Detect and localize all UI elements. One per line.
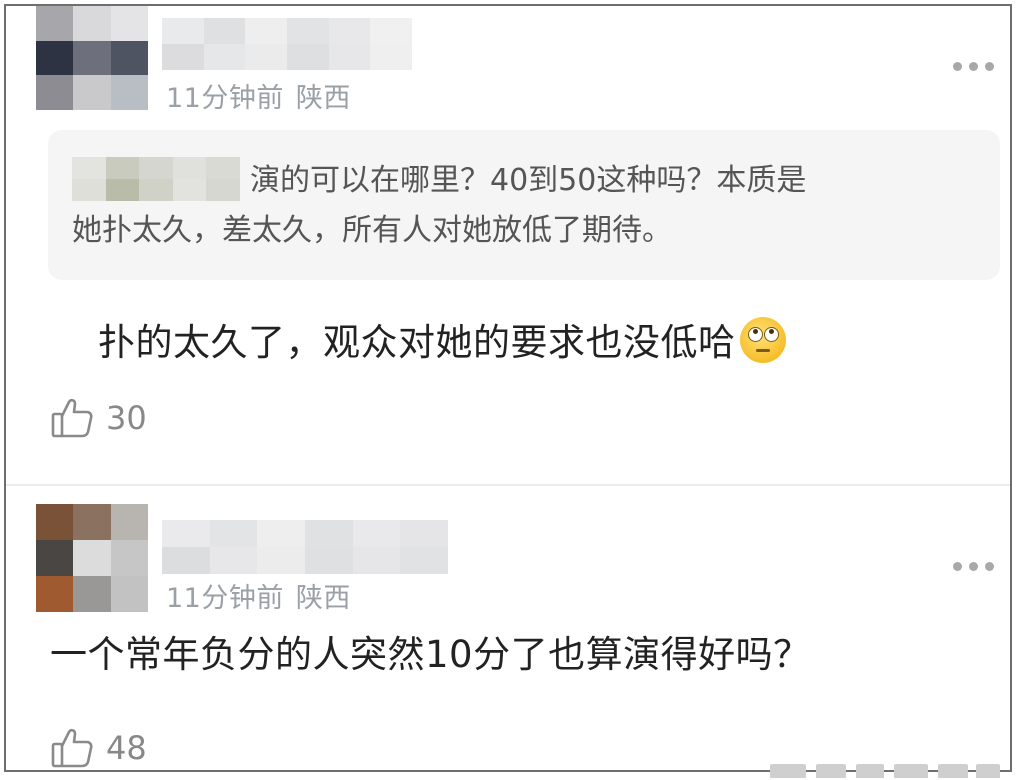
comment-time: 11分钟前 xyxy=(166,83,284,114)
more-horizontal-icon[interactable] xyxy=(953,562,994,571)
comment-item: 11分钟前 陕西 一个常年负分的人突然10分了也算演得好吗？ 48 xyxy=(6,486,1010,770)
quoted-reply[interactable]: 演的可以在哪里？40到50这种吗？本质是 她扑太久，差太久，所有人对她放低了期待… xyxy=(48,130,1000,280)
avatar[interactable] xyxy=(36,504,148,612)
comment-item: 11分钟前 陕西 演的可以在哪里？40到50这种吗？本质是 她扑太久，差太久，所有… xyxy=(6,6,1010,484)
comment-time: 11分钟前 xyxy=(166,583,284,614)
like-count: 48 xyxy=(106,729,147,767)
quoted-text-line-2: 她扑太久，差太久，所有人对她放低了期待。 xyxy=(72,213,672,248)
thumbs-up-icon xyxy=(51,728,93,768)
watermark-partial xyxy=(770,764,1002,778)
username-blurred[interactable] xyxy=(162,520,448,574)
avatar[interactable] xyxy=(36,6,148,110)
comment-location: 陕西 xyxy=(295,583,351,614)
face-with-rolling-eyes-icon xyxy=(739,317,786,363)
screenshot-frame: 11分钟前 陕西 演的可以在哪里？40到50这种吗？本质是 她扑太久，差太久，所有… xyxy=(4,4,1012,772)
comment-body: 扑的太久了，观众对她的要求也没低哈 xyxy=(98,312,786,366)
username-blurred[interactable] xyxy=(162,18,412,70)
thumbs-up-icon xyxy=(51,398,93,438)
comment-meta: 11分钟前 陕西 xyxy=(166,576,351,615)
comment-location: 陕西 xyxy=(295,83,351,114)
like-button[interactable]: 30 xyxy=(50,396,147,440)
more-horizontal-icon[interactable] xyxy=(953,62,994,71)
quoted-username-blurred xyxy=(72,156,240,201)
quoted-text-line-1: 演的可以在哪里？40到50这种吗？本质是 xyxy=(250,163,807,198)
like-count: 30 xyxy=(106,399,147,437)
comment-body: 一个常年负分的人突然10分了也算演得好吗？ xyxy=(50,624,811,678)
comment-text: 一个常年负分的人突然10分了也算演得好吗？ xyxy=(50,633,811,676)
comment-meta: 11分钟前 陕西 xyxy=(166,76,351,115)
comment-text: 扑的太久了，观众对她的要求也没低哈 xyxy=(98,321,736,364)
like-button[interactable]: 48 xyxy=(50,726,147,770)
